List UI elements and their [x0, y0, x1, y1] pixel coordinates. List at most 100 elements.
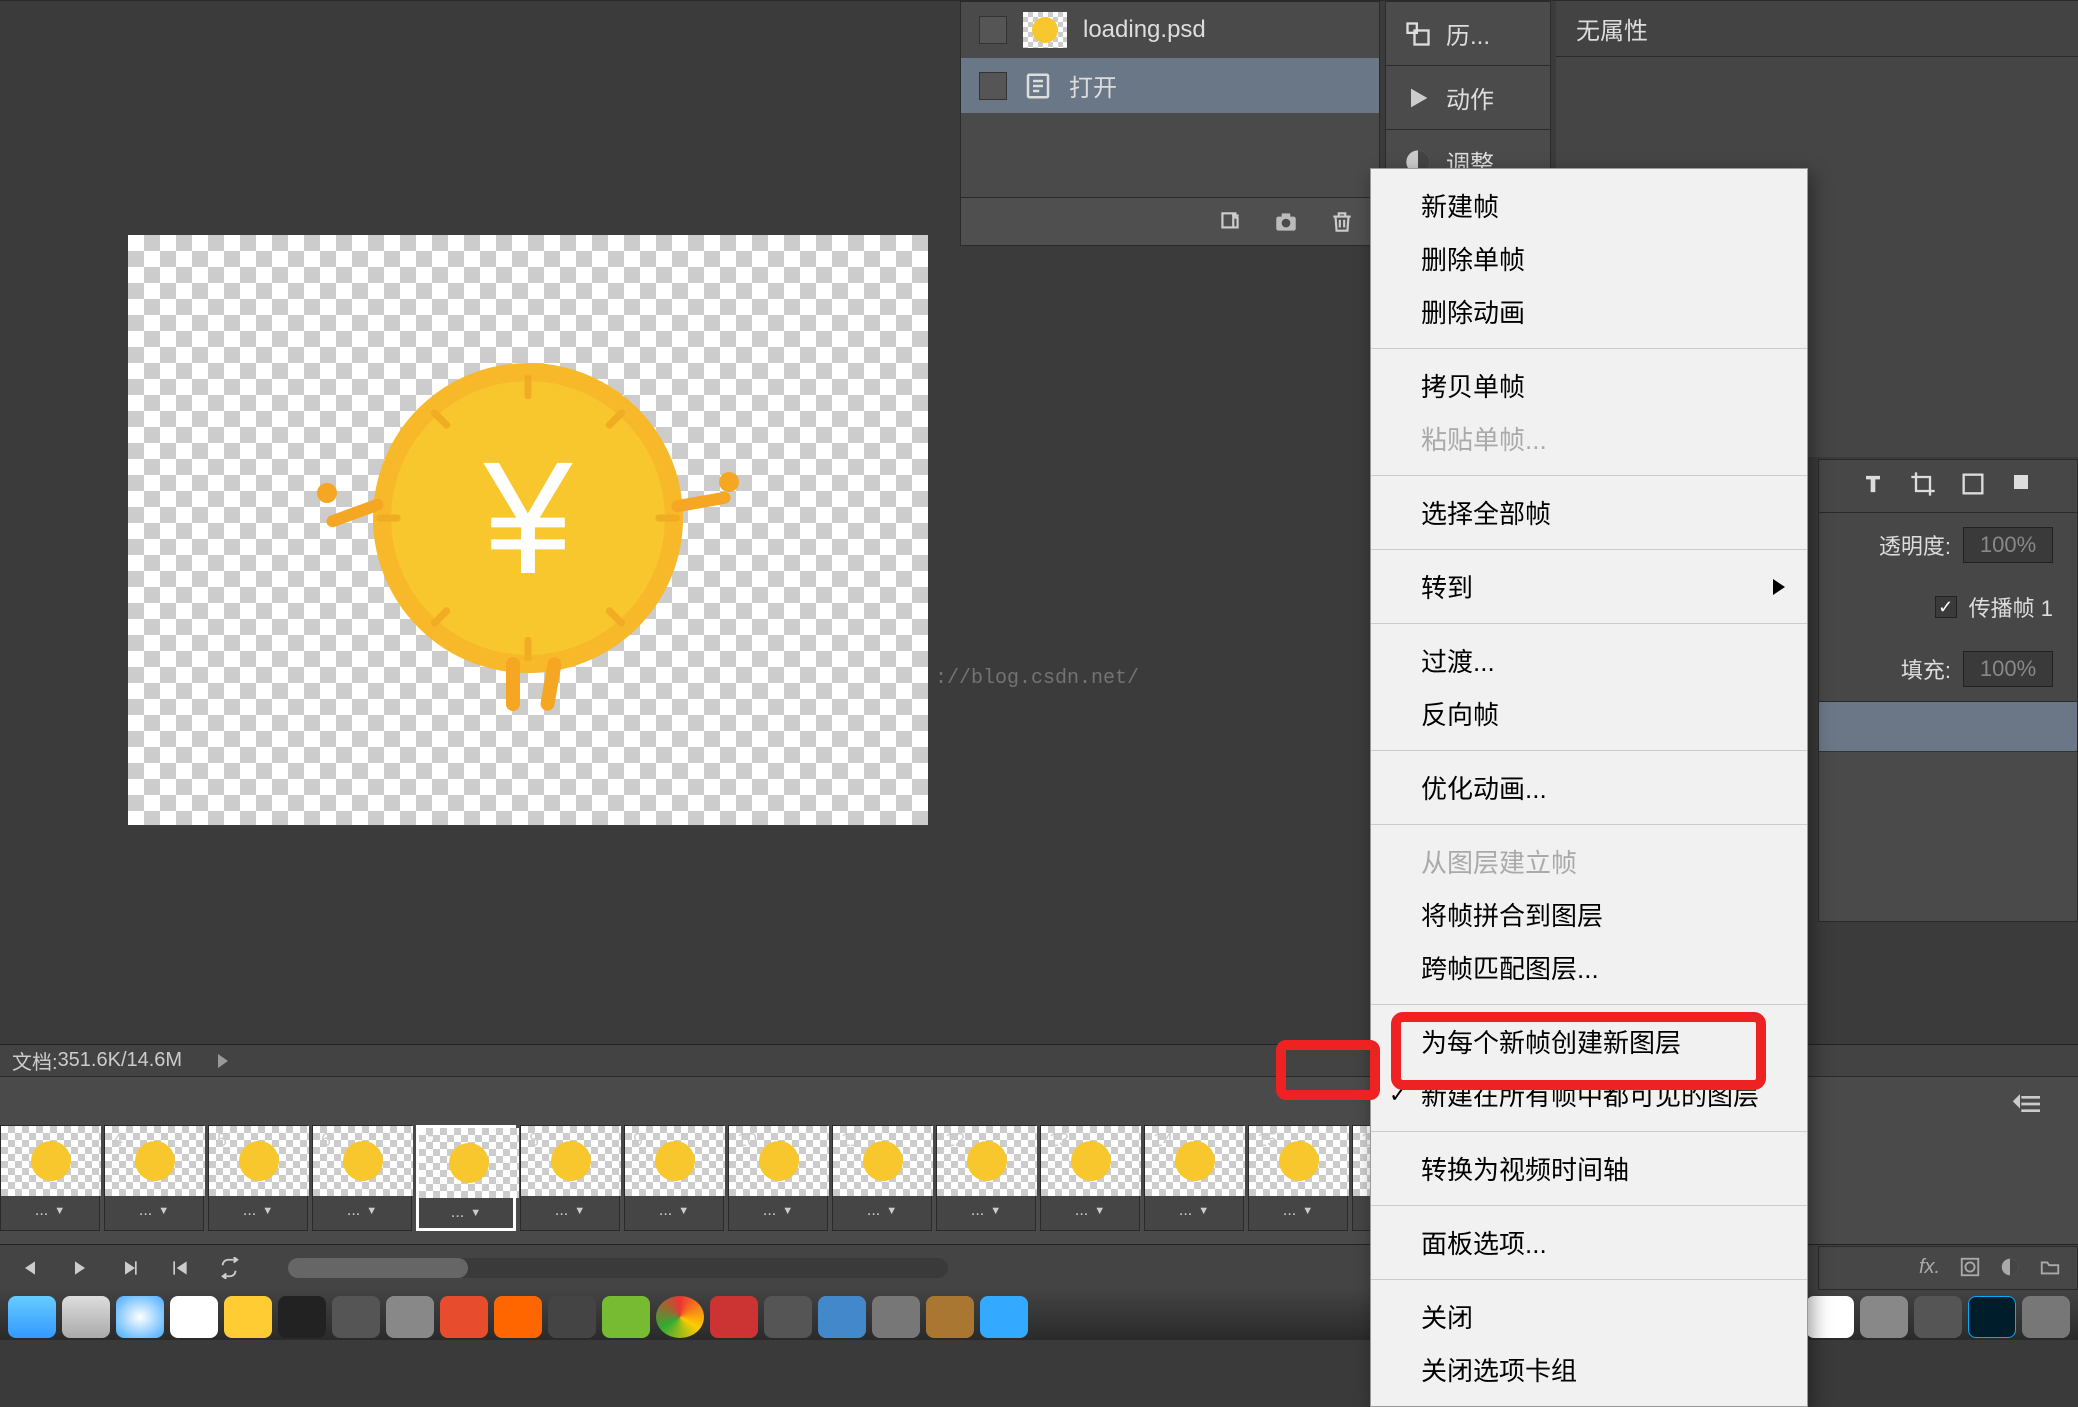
timeline-scrollbar[interactable] — [288, 1258, 948, 1278]
frame-delay[interactable]: ...▼ — [419, 1198, 513, 1228]
layer-item[interactable] — [1819, 702, 2077, 752]
opacity-input[interactable]: 100% — [1963, 527, 2053, 563]
checkbox[interactable] — [979, 16, 1007, 44]
dock-app-icon[interactable] — [548, 1296, 596, 1338]
timeline-frame[interactable]: ...▼ — [0, 1125, 100, 1231]
timeline-frame[interactable]: 10...▼ — [728, 1125, 828, 1231]
dock-settings-icon[interactable] — [1860, 1296, 1908, 1338]
frame-delay[interactable]: ...▼ — [521, 1196, 619, 1226]
dock-app-icon[interactable] — [926, 1296, 974, 1338]
timeline-frame[interactable]: 4...▼ — [104, 1125, 204, 1231]
ctx-match-across[interactable]: 跨帧匹配图层... — [1371, 941, 1807, 994]
timeline-frame[interactable]: 9...▼ — [624, 1125, 724, 1231]
fill-input[interactable]: 100% — [1963, 651, 2053, 687]
ctx-convert-timeline[interactable]: 转换为视频时间轴 — [1371, 1142, 1807, 1195]
ctx-go-to[interactable]: 转到 — [1371, 560, 1807, 613]
timeline-frame[interactable]: 5...▼ — [208, 1125, 308, 1231]
dock-calendar-icon[interactable] — [170, 1296, 218, 1338]
fx-icon[interactable]: fx. — [1919, 1256, 1943, 1280]
ctx-new-frame[interactable]: 新建帧 — [1371, 179, 1807, 232]
dock-safari-icon[interactable] — [116, 1296, 164, 1338]
dock-app-icon[interactable] — [1914, 1296, 1962, 1338]
layers-footer: fx. — [1818, 1246, 2078, 1290]
play-button[interactable] — [68, 1256, 92, 1280]
dock-app-icon[interactable] — [764, 1296, 812, 1338]
dock-chrome-icon[interactable] — [656, 1296, 704, 1338]
frame-delay[interactable]: ...▼ — [625, 1196, 723, 1226]
rect-tab-icon[interactable] — [1959, 470, 1991, 502]
trash-icon[interactable] — [1329, 209, 1355, 235]
ctx-delete-animation[interactable]: 删除动画 — [1371, 285, 1807, 338]
prev-frame-button[interactable] — [18, 1256, 42, 1280]
ctx-select-all[interactable]: 选择全部帧 — [1371, 486, 1807, 539]
document-row-open[interactable]: 打开 — [961, 58, 1379, 113]
dock-terminal-icon[interactable] — [278, 1296, 326, 1338]
dock-app-icon[interactable] — [386, 1296, 434, 1338]
ctx-reverse[interactable]: 反向帧 — [1371, 687, 1807, 740]
ctx-close-group[interactable]: 关闭选项卡组 — [1371, 1343, 1807, 1396]
frame-delay[interactable]: ...▼ — [1145, 1196, 1243, 1226]
frame-delay[interactable]: ...▼ — [209, 1196, 307, 1226]
dock-app-icon[interactable] — [332, 1296, 380, 1338]
frame-delay[interactable]: ...▼ — [1249, 1196, 1347, 1226]
dock-photoshop-icon[interactable] — [1968, 1296, 2016, 1338]
dock-finder-icon[interactable] — [8, 1296, 56, 1338]
dock-app-icon[interactable] — [494, 1296, 542, 1338]
dock-app-icon[interactable] — [1806, 1296, 1854, 1338]
folder-icon[interactable] — [2039, 1256, 2063, 1280]
timeline-frame[interactable]: 12...▼ — [936, 1125, 1036, 1231]
dock-app-icon[interactable] — [2022, 1296, 2070, 1338]
status-arrow-icon[interactable] — [218, 1054, 228, 1068]
timeline-frame[interactable]: 11...▼ — [832, 1125, 932, 1231]
dock-launchpad-icon[interactable] — [62, 1296, 110, 1338]
history-panel-button[interactable]: 历... — [1385, 1, 1551, 66]
frame-delay[interactable]: ...▼ — [937, 1196, 1035, 1226]
new-document-icon[interactable] — [1217, 209, 1243, 235]
type-tab-icon[interactable] — [1859, 470, 1891, 502]
frame-number: 15 — [1257, 1130, 1277, 1151]
timeline-frame[interactable]: 15 ...▼ — [1248, 1125, 1348, 1231]
ctx-panel-options[interactable]: 面板选项... — [1371, 1216, 1807, 1269]
dock-app-icon[interactable] — [980, 1296, 1028, 1338]
layers-tabs — [1819, 460, 2077, 513]
timeline-frame[interactable]: 14...▼ — [1144, 1125, 1244, 1231]
timeline-frame[interactable]: 8...▼ — [520, 1125, 620, 1231]
dock-app-icon[interactable] — [872, 1296, 920, 1338]
frame-delay[interactable]: ...▼ — [1, 1196, 99, 1226]
frame-delay[interactable]: ...▼ — [833, 1196, 931, 1226]
ctx-delete-frame[interactable]: 删除单帧 — [1371, 232, 1807, 285]
frame-delay[interactable]: ...▼ — [313, 1196, 411, 1226]
dock-app-icon[interactable] — [710, 1296, 758, 1338]
history-label: 历... — [1446, 16, 1490, 51]
timeline-frame[interactable]: 6...▼ — [312, 1125, 412, 1231]
loop-button[interactable] — [218, 1256, 242, 1280]
next-frame-button[interactable] — [118, 1256, 142, 1280]
dock-app-icon[interactable] — [818, 1296, 866, 1338]
rewind-button[interactable] — [168, 1256, 192, 1280]
scrollbar-thumb[interactable] — [288, 1258, 468, 1278]
document-row[interactable]: loading.psd — [961, 2, 1379, 58]
crop-tab-icon[interactable] — [1909, 470, 1941, 502]
canvas[interactable]: ¥ — [128, 235, 928, 825]
checkbox[interactable] — [979, 72, 1007, 100]
actions-panel-button[interactable]: 动作 — [1385, 66, 1551, 130]
ctx-flatten[interactable]: 将帧拼合到图层 — [1371, 888, 1807, 941]
ctx-tween[interactable]: 过渡... — [1371, 634, 1807, 687]
frame-delay[interactable]: ...▼ — [1041, 1196, 1139, 1226]
frame-delay[interactable]: ...▼ — [105, 1196, 203, 1226]
frame-delay[interactable]: ...▼ — [729, 1196, 827, 1226]
dock-app-icon[interactable] — [602, 1296, 650, 1338]
dock-app-icon[interactable] — [440, 1296, 488, 1338]
timeline-menu-button[interactable] — [2010, 1086, 2046, 1122]
timeline-frame[interactable]: 7...▼ — [416, 1125, 516, 1231]
timeline-frame[interactable]: 13...▼ — [1040, 1125, 1140, 1231]
mask-icon[interactable] — [1959, 1256, 1983, 1280]
ctx-close[interactable]: 关闭 — [1371, 1290, 1807, 1343]
propagate-checkbox[interactable] — [1935, 596, 1957, 618]
square-tab-icon[interactable] — [2009, 470, 2041, 502]
ctx-copy-frame[interactable]: 拷贝单帧 — [1371, 359, 1807, 412]
ctx-optimize[interactable]: 优化动画... — [1371, 761, 1807, 814]
dock-notes-icon[interactable] — [224, 1296, 272, 1338]
camera-icon[interactable] — [1273, 209, 1299, 235]
adjust-layer-icon[interactable] — [1999, 1256, 2023, 1280]
